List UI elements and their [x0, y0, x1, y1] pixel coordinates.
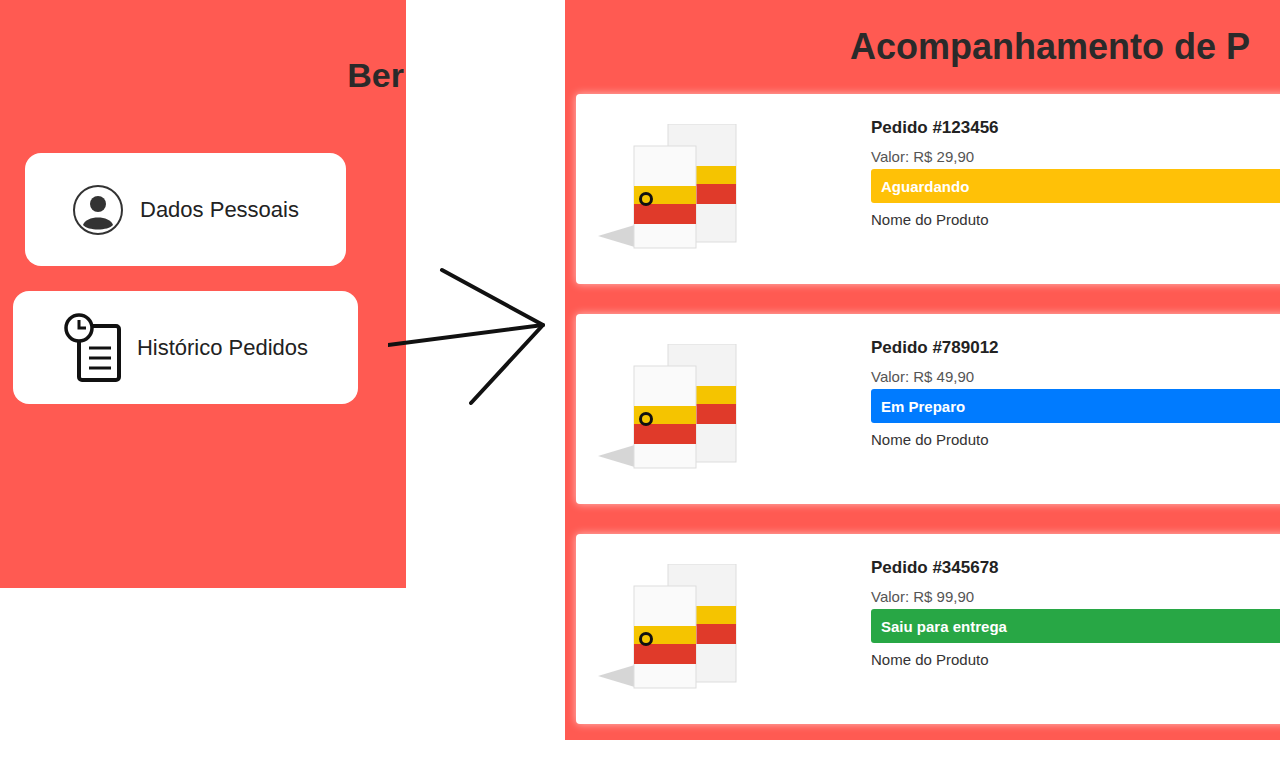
product-image [576, 314, 860, 504]
sidebar-item-label: Histórico Pedidos [137, 335, 308, 361]
medicine-box-icon [598, 564, 748, 694]
order-info: Pedido #789012 Valor: R$ 49,90Em Preparo N… [860, 314, 1280, 504]
medicine-box-icon [598, 124, 748, 254]
sidebar: Ber Dados Pessoais Histórico Pedidos [0, 0, 406, 588]
status-badge: Saiu para entrega [871, 609, 1280, 643]
product-image [576, 94, 860, 284]
order-value: Valor: R$ 49,90 [871, 367, 1280, 387]
product-name: Nome do Produto [871, 430, 1280, 450]
sidebar-item[interactable]: Dados Pessoais [25, 153, 346, 266]
order-number: Pedido #789012 [871, 337, 1280, 359]
order-history-icon [63, 312, 125, 384]
arrow-area [406, 0, 565, 410]
order-value: Valor: R$ 99,90 [871, 587, 1280, 607]
sidebar-item[interactable]: Histórico Pedidos [13, 291, 358, 404]
order-number: Pedido #345678 [871, 557, 1280, 579]
order-number: Pedido #123456 [871, 117, 1280, 139]
sidebar-title: Ber [0, 52, 406, 98]
sidebar-item-label: Dados Pessoais [140, 197, 299, 223]
status-badge: Em Preparo [871, 389, 1280, 423]
product-image [576, 534, 860, 724]
order-card[interactable]: Pedido #789012 Valor: R$ 49,90Em Preparo N… [576, 314, 1280, 504]
order-card[interactable]: Pedido #123456 Valor: R$ 29,90Aguardando N… [576, 94, 1280, 284]
arrow-icon [388, 265, 565, 410]
product-name: Nome do Produto [871, 210, 1280, 230]
orders-panel: Acompanhamento de P Pedido #123456 Valor: … [565, 0, 1280, 740]
order-value: Valor: R$ 29,90 [871, 147, 1280, 167]
page: Ber Dados Pessoais Histórico Pedidos Acompa… [0, 0, 1280, 768]
order-list: Pedido #123456 Valor: R$ 29,90Aguardando N… [565, 94, 1280, 724]
product-name: Nome do Produto [871, 650, 1280, 670]
sidebar-menu: Dados Pessoais Histórico Pedidos [0, 153, 406, 404]
medicine-box-icon [598, 344, 748, 474]
order-info: Pedido #123456 Valor: R$ 29,90Aguardando N… [860, 94, 1280, 284]
order-info: Pedido #345678 Valor: R$ 99,90Saiu para e… [860, 534, 1280, 724]
orders-title: Acompanhamento de P [565, 0, 1280, 94]
user-icon [72, 184, 124, 236]
status-badge: Aguardando [871, 169, 1280, 203]
order-card[interactable]: Pedido #345678 Valor: R$ 99,90Saiu para e… [576, 534, 1280, 724]
